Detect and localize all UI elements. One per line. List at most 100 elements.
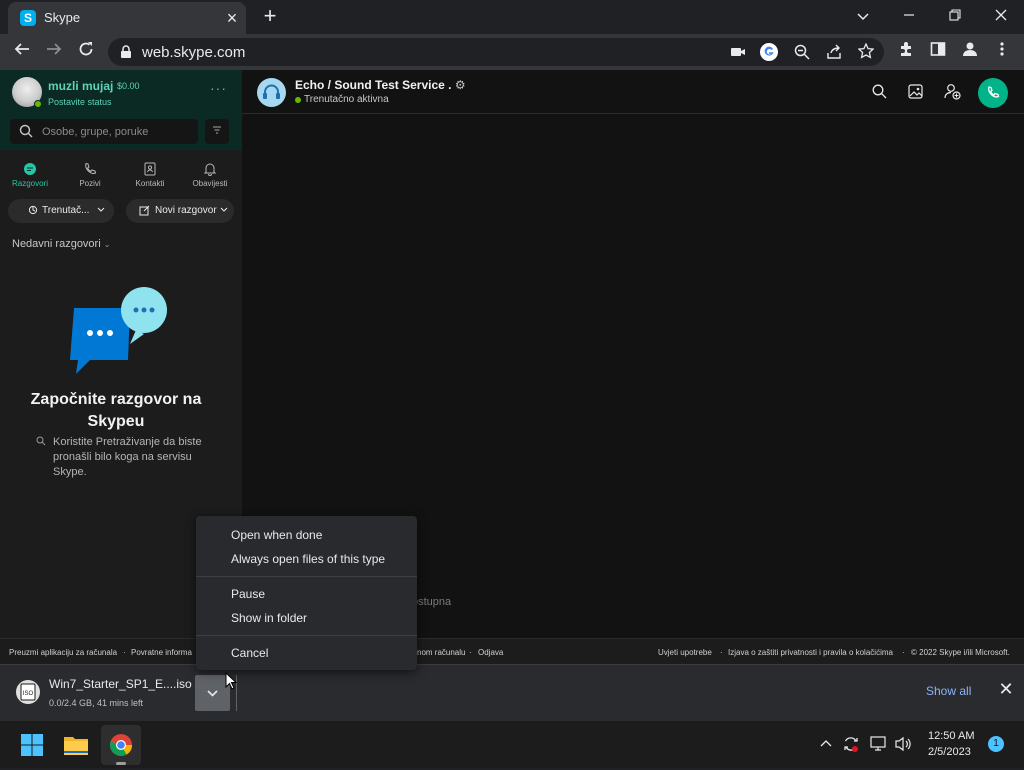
new-chat-label: Novi razgovor	[155, 205, 217, 216]
browser-tab[interactable]: S Skype ×	[8, 2, 246, 34]
tab-chats[interactable]: Razgovori	[5, 162, 55, 188]
footer-link-download[interactable]: Preuzmi aplikaciju za računala	[9, 648, 117, 657]
online-status-dot	[34, 100, 42, 108]
empty-state-description: Koristite Pretraživanje da biste pronašl…	[53, 436, 202, 478]
share-icon[interactable]	[826, 44, 842, 65]
show-all-button[interactable]: Show all	[926, 684, 971, 698]
windows-start-icon[interactable]	[20, 733, 44, 762]
browser-tab-strip: S Skype × +	[0, 0, 1024, 34]
tab-contacts[interactable]: Kontakti	[125, 162, 175, 188]
volume-icon[interactable]	[894, 736, 912, 757]
headset-avatar-icon[interactable]	[257, 78, 286, 107]
phone-icon	[85, 162, 97, 174]
restore-button[interactable]	[938, 4, 972, 28]
menu-item-show-in-folder[interactable]: Show in folder	[196, 606, 417, 630]
empty-state-title: Započnite razgovor na Skypeu	[30, 391, 202, 430]
menu-item-pause[interactable]: Pause	[196, 582, 417, 606]
chat-contact-name-text: Echo / Sound Test Service .	[295, 78, 452, 92]
set-status-link[interactable]: Postavite status	[48, 97, 112, 107]
close-download-bar-icon[interactable]: ✕	[996, 679, 1016, 699]
running-indicator	[116, 762, 126, 765]
windows-taskbar: 12:50 AM 2/5/2023 1	[0, 720, 1024, 768]
partially-hidden-text: ostupna	[412, 596, 452, 608]
footer-copyright: © 2022 Skype i/ili Microsoft.	[911, 648, 1010, 657]
menu-kebab-icon[interactable]	[990, 40, 1014, 64]
footer-link-feedback[interactable]: Povratne informa	[131, 648, 192, 657]
extensions-puzzle-icon[interactable]	[894, 40, 918, 64]
footer-separator: ·	[469, 648, 472, 657]
tab-calls-label: Pozivi	[79, 179, 101, 188]
tab-calls[interactable]: Pozivi	[65, 162, 115, 188]
download-filename[interactable]: Win7_Starter_SP1_E....iso	[49, 677, 192, 691]
reload-icon[interactable]	[74, 40, 98, 64]
skype-credit[interactable]: $0.00	[117, 81, 140, 91]
skype-favicon-icon: S	[20, 10, 36, 26]
address-bar[interactable]: web.skype.com	[108, 38, 884, 66]
footer-separator: ·	[720, 648, 723, 657]
tab-close-icon[interactable]: ×	[222, 8, 242, 28]
more-options-icon[interactable]: ···	[210, 80, 227, 96]
footer-link-logout[interactable]: Odjava	[478, 648, 503, 657]
notification-badge[interactable]: 1	[988, 736, 1004, 752]
active-status-dot	[295, 97, 301, 103]
camera-icon[interactable]	[730, 45, 746, 64]
chevron-down-icon	[97, 199, 105, 223]
audio-call-button[interactable]	[978, 78, 1008, 108]
lock-icon[interactable]	[120, 45, 132, 64]
tab-title: Skype	[44, 10, 81, 25]
skype-footer: Preuzmi aplikaciju za računala · Povratn…	[0, 638, 1024, 664]
chat-header: Echo / Sound Test Service . ⚙ Trenutačno…	[242, 70, 1024, 114]
back-arrow-icon[interactable]	[10, 40, 34, 64]
tab-notifications-label: Obavijesti	[192, 179, 228, 188]
user-name[interactable]: muzli mujaj	[48, 79, 113, 93]
settings-gear-icon[interactable]: ⚙	[455, 78, 466, 92]
url-text: web.skype.com	[142, 44, 246, 61]
menu-item-cancel[interactable]: Cancel	[196, 641, 417, 665]
new-tab-button[interactable]: +	[258, 5, 282, 29]
clock-time[interactable]: 12:50 AM	[928, 730, 974, 742]
search-input[interactable]: Osobe, grupe, poruke	[10, 119, 198, 144]
file-explorer-icon[interactable]	[63, 733, 89, 762]
presence-dropdown[interactable]: Trenutač...	[8, 199, 114, 223]
gallery-icon[interactable]	[908, 84, 923, 104]
mouse-cursor-icon	[225, 672, 237, 690]
tab-chats-label: Razgovori	[11, 179, 48, 188]
tab-notifications[interactable]: Obavijesti	[185, 162, 235, 188]
chrome-taskbar-button[interactable]	[101, 725, 141, 765]
minimize-button[interactable]	[892, 4, 926, 28]
bookmark-star-icon[interactable]	[857, 42, 875, 64]
add-person-icon[interactable]	[944, 83, 961, 105]
footer-link-computer[interactable]: nom računalu	[417, 648, 465, 657]
compose-icon	[139, 199, 150, 223]
recent-chats-dropdown[interactable]: Nedavni razgovori ⌄	[12, 238, 110, 250]
menu-item-always-open[interactable]: Always open files of this type	[196, 547, 417, 571]
footer-separator: ·	[902, 648, 905, 657]
footer-separator: ·	[123, 648, 126, 657]
tray-chevron-up-icon[interactable]	[820, 737, 832, 755]
download-context-menu: Open when done Always open files of this…	[196, 516, 417, 670]
recent-chats-label: Nedavni razgovori	[12, 238, 101, 250]
browser-toolbar: web.skype.com	[0, 34, 1024, 70]
profile-icon[interactable]	[958, 40, 982, 64]
zoom-icon[interactable]	[794, 44, 810, 65]
filter-icon[interactable]	[205, 119, 229, 144]
chrome-icon	[109, 734, 132, 756]
footer-link-terms[interactable]: Uvjeti upotrebe	[658, 648, 712, 657]
new-chat-button[interactable]: Novi razgovor	[126, 199, 234, 223]
clock-date[interactable]: 2/5/2023	[928, 746, 971, 758]
iso-file-icon: ISO	[16, 680, 40, 704]
download-progress: 0.0/2.4 GB, 41 mins left	[49, 698, 144, 708]
menu-item-open-when-done[interactable]: Open when done	[196, 523, 417, 547]
network-icon[interactable]	[870, 736, 888, 757]
forward-arrow-icon[interactable]	[42, 40, 66, 64]
google-icon[interactable]	[760, 43, 778, 61]
tab-search-chevron-icon[interactable]	[846, 4, 880, 28]
side-panel-icon[interactable]	[926, 40, 950, 64]
close-window-button[interactable]	[984, 4, 1018, 28]
search-placeholder: Osobe, grupe, poruke	[42, 126, 149, 138]
sync-icon[interactable]	[842, 735, 860, 758]
chat-contact-name[interactable]: Echo / Sound Test Service . ⚙	[295, 78, 466, 92]
tab-contacts-label: Kontakti	[135, 179, 165, 188]
footer-link-privacy[interactable]: Izjava o zaštiti privatnosti i pravila o…	[728, 648, 893, 657]
search-icon[interactable]	[872, 84, 887, 104]
